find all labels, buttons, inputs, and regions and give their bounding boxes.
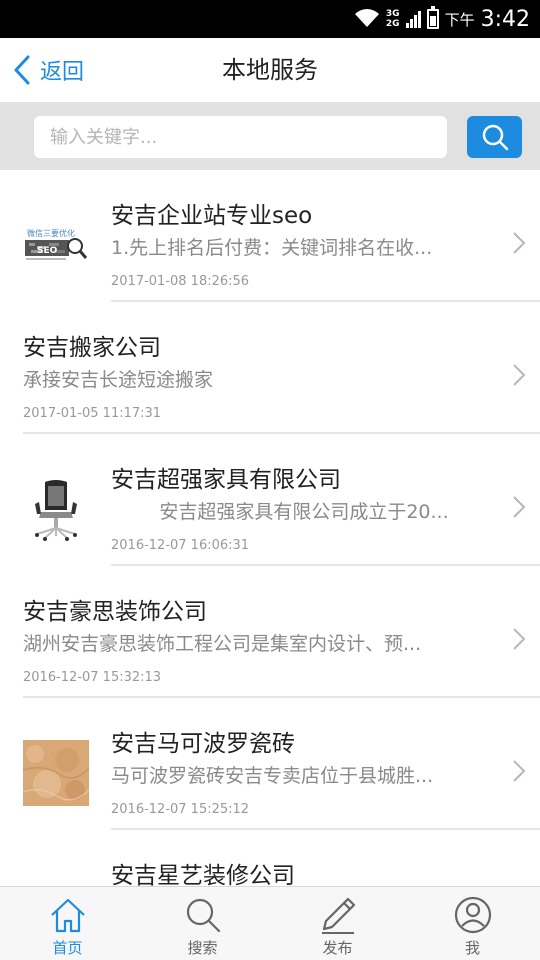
item-date: 2017-01-05 11:17:31 (23, 406, 162, 421)
office-chair-thumbnail (23, 476, 89, 542)
item-date: 2016-12-07 16:06:31 (111, 538, 250, 553)
tab-publish[interactable]: 发布 (270, 887, 405, 960)
bottom-tab-bar: 首页 搜索 发布 我 (0, 886, 540, 960)
item-title: 安吉搬家公司 (23, 335, 161, 361)
search-bar (0, 102, 540, 170)
tab-search[interactable]: 搜索 (135, 887, 270, 960)
item-description: 1.先上排名后付费：关键词排名在收... (111, 237, 433, 259)
chevron-right-icon (513, 232, 526, 254)
search-icon (186, 898, 220, 933)
chevron-right-icon (513, 496, 526, 518)
pencil-icon (321, 897, 355, 934)
tab-label: 首页 (52, 939, 83, 957)
status-bar: 3G 2G 下午 3:42 (0, 0, 540, 38)
tab-label: 搜索 (187, 939, 218, 957)
navigation-bar: 本地服务 返回 (0, 38, 540, 102)
marble-tile-thumbnail (23, 740, 89, 806)
signal-icon (405, 10, 421, 28)
item-date: 2017-01-08 18:26:56 (111, 274, 250, 289)
seo-thumbnail: 微信三要优化 SEO (23, 212, 89, 278)
back-button[interactable]: 返回 (12, 38, 84, 102)
chevron-right-icon (513, 364, 526, 386)
item-description: 湖州安吉豪思装饰工程公司是集室内设计、预... (23, 633, 422, 655)
search-button[interactable] (467, 116, 522, 158)
search-icon (482, 124, 508, 151)
item-title: 安吉星艺装修公司 (111, 863, 295, 886)
item-title: 安吉豪思装饰公司 (23, 599, 207, 625)
item-description: 承接安吉长途短途搬家 (23, 369, 214, 391)
item-title: 安吉企业站专业seo (111, 203, 313, 229)
svg-text:SEO: SEO (37, 246, 58, 256)
network-type: 3G 2G (386, 9, 400, 29)
list-item[interactable]: 安吉超强家具有限公司 安吉超强家具有限公司成立于20... 2016-12-07… (0, 434, 540, 566)
svg-text:微信三要优化: 微信三要优化 (27, 228, 75, 238)
network-type-bottom: 2G (385, 19, 400, 29)
item-date: 2016-12-07 15:25:12 (111, 802, 250, 817)
tab-home[interactable]: 首页 (0, 887, 135, 960)
time-period: 下午 (444, 10, 475, 29)
user-icon (454, 896, 491, 934)
list-item[interactable]: 安吉星艺装修公司 (0, 830, 540, 886)
service-list: 微信三要优化 SEO 安吉企业站专业seo 1.先上排名后付费：关键词排名在收.… (0, 170, 540, 886)
tab-label: 发布 (322, 939, 353, 957)
item-description: 马可波罗瓷砖安吉专卖店位于县城胜... (111, 765, 434, 787)
search-input[interactable] (34, 116, 447, 158)
list-item[interactable]: 安吉搬家公司 承接安吉长途短途搬家 2017-01-05 11:17:31 (0, 302, 540, 434)
list-item[interactable]: 安吉豪思装饰公司 湖州安吉豪思装饰工程公司是集室内设计、预... 2016-12… (0, 566, 540, 698)
chevron-right-icon (513, 760, 526, 782)
item-description: 安吉超强家具有限公司成立于20... (111, 501, 449, 523)
item-title: 安吉超强家具有限公司 (111, 467, 341, 493)
battery-icon (426, 6, 439, 29)
list-item[interactable]: 微信三要优化 SEO 安吉企业站专业seo 1.先上排名后付费：关键词排名在收.… (0, 170, 540, 302)
home-icon (50, 898, 85, 933)
chevron-right-icon (513, 628, 526, 650)
wifi-icon (354, 9, 379, 27)
status-indicators: 3G 2G 下午 3:42 (354, 0, 530, 38)
chevron-left-icon (14, 55, 30, 85)
item-title: 安吉马可波罗瓷砖 (111, 731, 295, 757)
tab-me[interactable]: 我 (405, 887, 540, 960)
list-item[interactable]: 安吉马可波罗瓷砖 马可波罗瓷砖安吉专卖店位于县城胜... 2016-12-07 … (0, 698, 540, 830)
tab-label: 我 (464, 939, 480, 957)
back-label: 返回 (40, 60, 85, 85)
clock-time: 3:42 (480, 6, 530, 32)
network-type-top: 3G (385, 9, 400, 19)
item-date: 2016-12-07 15:32:13 (23, 670, 162, 685)
